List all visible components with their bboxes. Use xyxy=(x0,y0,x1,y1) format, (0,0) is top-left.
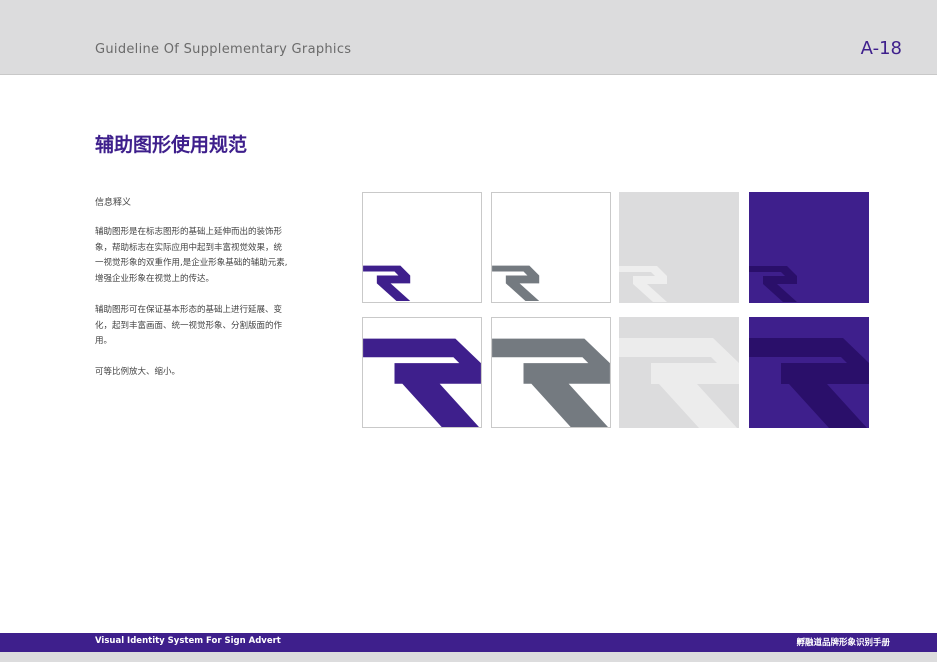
page-heading: 辅助图形使用规范 xyxy=(95,134,248,156)
page-number: A-18 xyxy=(860,38,902,59)
graphic-large-gray-on-white xyxy=(491,317,611,428)
graphic-large-purple-on-white xyxy=(362,317,482,428)
footer-strip xyxy=(0,652,937,662)
graphic-small-purple-on-white xyxy=(362,192,482,303)
footer-right-text: 孵融道品牌形象识别手册 xyxy=(796,638,890,648)
info-paragraph-3: 可等比例放大、缩小。 xyxy=(95,367,181,377)
graphic-small-gray-on-white xyxy=(491,192,611,303)
graphic-large-dark-on-purple xyxy=(749,317,869,428)
footer-left-text: Visual Identity System For Sign Advert xyxy=(95,636,281,646)
graphic-large-white-on-gray xyxy=(619,317,739,428)
graphic-small-dark-on-purple xyxy=(749,192,869,303)
info-label: 信息释义 xyxy=(95,198,132,208)
info-paragraph-1: 辅助图形是在标志图形的基础上延伸而出的装饰形象，帮助标志在实际应用中起到丰富视觉… xyxy=(95,227,288,284)
graphic-small-white-on-gray xyxy=(619,192,739,303)
header-title: Guideline Of Supplementary Graphics xyxy=(95,42,352,57)
info-paragraph-2: 辅助图形可在保证基本形态的基础上进行延展、变化，起到丰富画面、统一视觉形象、分割… xyxy=(95,305,283,346)
page-footer: Visual Identity System For Sign Advert 孵… xyxy=(0,633,937,652)
page-header: Guideline Of Supplementary Graphics A-18 xyxy=(0,0,937,75)
